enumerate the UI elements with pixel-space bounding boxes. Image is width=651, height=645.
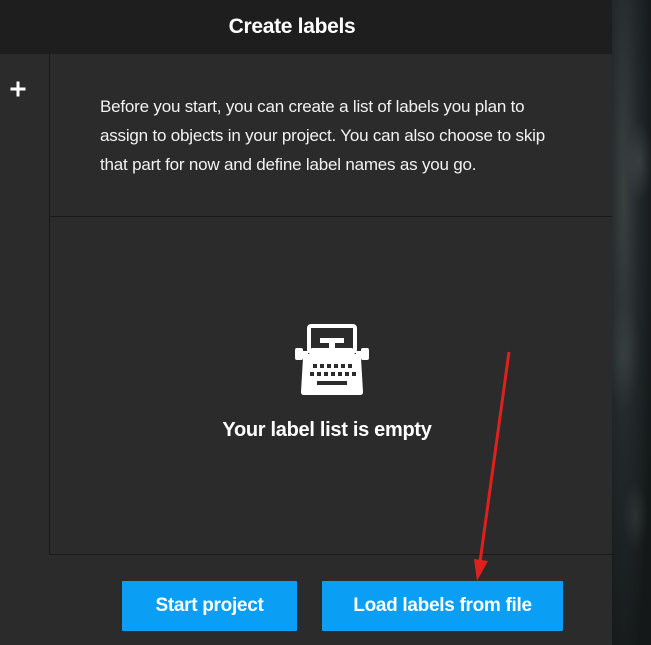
background-photo — [612, 0, 651, 645]
dialog-footer: Start project Load labels from file — [0, 555, 612, 645]
add-label-button[interactable] — [7, 78, 29, 100]
create-labels-dialog: Create labels Before you start, you can … — [0, 0, 612, 645]
empty-state-message: Your label list is empty — [222, 419, 432, 441]
label-list-sidebar — [0, 54, 50, 555]
dialog-title: Create labels — [228, 15, 356, 38]
plus-icon — [10, 81, 26, 97]
empty-state: Your label list is empty — [50, 217, 612, 555]
dialog-header: Create labels — [0, 0, 612, 54]
load-labels-from-file-button[interactable]: Load labels from file — [322, 581, 563, 631]
intro-section: Before you start, you can create a list … — [50, 54, 612, 217]
intro-text: Before you start, you can create a list … — [100, 97, 545, 174]
start-project-button[interactable]: Start project — [122, 581, 297, 631]
typewriter-icon — [295, 324, 369, 395]
app-root: Create labels Before you start, you can … — [0, 0, 651, 645]
